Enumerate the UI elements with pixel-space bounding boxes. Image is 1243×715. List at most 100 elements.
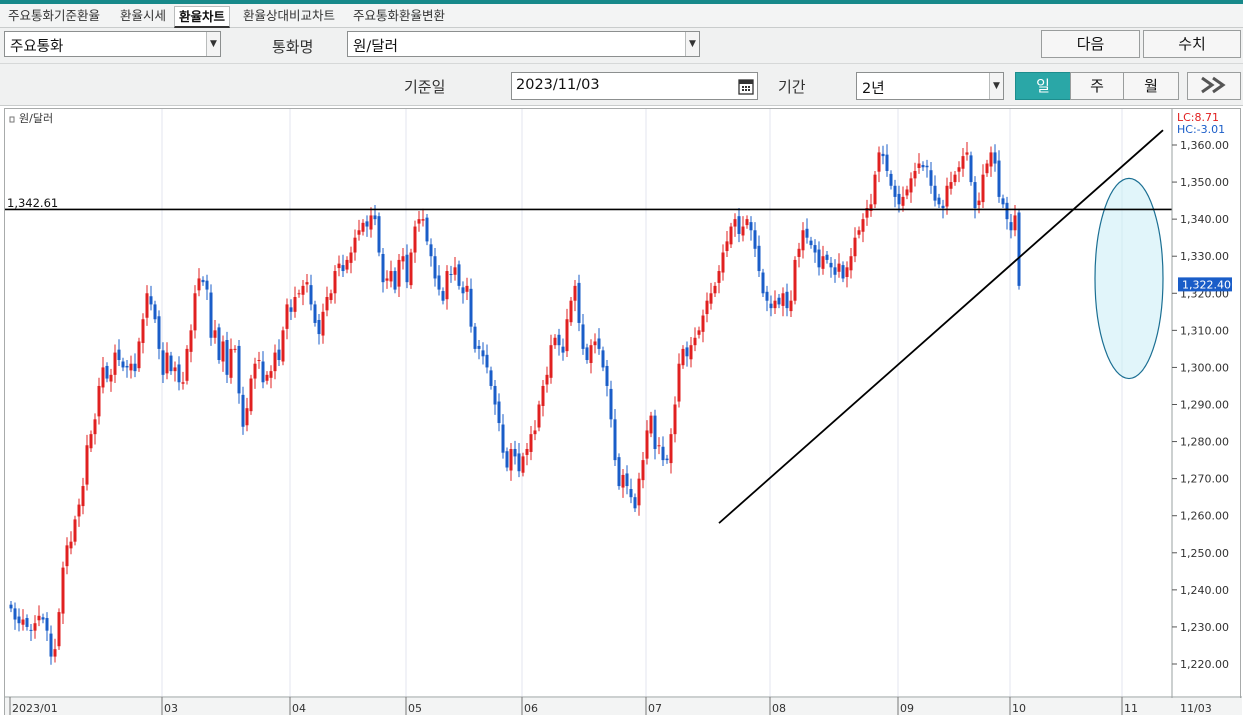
candle-body	[33, 623, 37, 631]
base-date-label: 기준일	[404, 78, 446, 96]
tab-relative-compare-chart[interactable]: 환율상대비교차트	[239, 6, 339, 28]
tab-bar: 주요통화기준환율 환율시세 환율차트 환율상대비교차트 주요통화환율변환	[0, 4, 1243, 28]
candle-body	[425, 217, 429, 242]
candle-body	[969, 155, 973, 183]
candle-body	[873, 174, 877, 205]
candle-body	[853, 237, 857, 257]
candle-body	[745, 219, 749, 226]
calendar-icon[interactable]	[737, 76, 755, 96]
price-tick-label: 1,240.00	[1180, 584, 1229, 597]
candle-body	[685, 347, 689, 357]
candle-body	[217, 327, 221, 361]
candle-body	[901, 196, 905, 206]
candle-body	[913, 170, 917, 179]
candle-body	[801, 230, 805, 251]
candle-body	[21, 619, 25, 625]
candle-body	[209, 292, 213, 338]
candle-body	[97, 385, 101, 417]
tab-exchange-chart[interactable]: 환율차트	[174, 6, 231, 28]
candle-body	[461, 287, 465, 294]
chevron-down-icon[interactable]: ▼	[685, 32, 699, 56]
chevron-down-icon[interactable]: ▼	[989, 73, 1003, 99]
base-date-input[interactable]: 2023/11/03	[511, 72, 758, 100]
candle-body	[109, 374, 113, 382]
candle-body	[557, 334, 561, 346]
candle-body	[509, 448, 513, 471]
candle-body	[845, 267, 849, 277]
candle-body	[629, 489, 633, 498]
candle-body	[761, 272, 765, 294]
double-chevron-right-icon	[1201, 76, 1226, 94]
chevron-down-icon[interactable]: ▼	[206, 32, 220, 56]
candle-body	[317, 319, 321, 335]
candle-body	[961, 156, 965, 169]
values-button[interactable]: 수치	[1143, 30, 1241, 58]
tab-major-currency-base-rate[interactable]: 주요통화기준환율	[4, 6, 104, 28]
candle-body	[953, 174, 957, 183]
candle-body	[213, 330, 217, 338]
month-tick-label: 11	[1124, 702, 1138, 715]
candle-body	[49, 633, 53, 657]
currency-select[interactable]: 원/달러 ▼	[347, 31, 700, 57]
candle-body	[313, 304, 317, 323]
month-tick-label: 06	[524, 702, 538, 715]
candle-body	[349, 252, 353, 263]
candle-body	[85, 445, 89, 485]
candle-body	[385, 278, 389, 281]
candle-body	[257, 360, 261, 362]
chart-annotation-lines	[5, 129, 1172, 524]
candle-body	[165, 352, 169, 374]
candle-body	[637, 478, 641, 506]
candle-body	[817, 249, 821, 268]
candle-body	[669, 434, 673, 464]
candle-body	[945, 185, 949, 207]
candle-body	[1009, 222, 1013, 231]
candle-body	[577, 282, 581, 323]
month-tick-label: 08	[772, 702, 786, 715]
candle-body	[897, 193, 901, 205]
candle-body	[1005, 202, 1009, 220]
candle-body	[389, 271, 393, 282]
candle-body	[981, 174, 985, 203]
price-tick-label: 1,310.00	[1180, 324, 1229, 337]
exchange-rate-chart[interactable]: 1,220.00 1,230.00 1,240.00 1,250.00 1,260.00…	[5, 109, 1242, 715]
candle-body	[1001, 198, 1005, 205]
app-window: 주요통화기준환율 환율시세 환율차트 환율상대비교차트 주요통화환율변환 주요통…	[0, 0, 1243, 715]
unit-month-button[interactable]: 월	[1123, 72, 1179, 100]
candle-body	[417, 219, 421, 224]
tab-exchange-quotes[interactable]: 환율시세	[116, 6, 170, 28]
next-button[interactable]: 다음	[1041, 30, 1140, 58]
currency-group-select[interactable]: 주요통화 ▼	[4, 31, 221, 57]
candle-body	[401, 256, 405, 262]
candle-body	[245, 408, 249, 426]
candle-body	[749, 222, 753, 231]
candle-body	[653, 415, 657, 449]
candle-body	[237, 345, 241, 394]
candle-body	[925, 165, 929, 168]
unit-week-button[interactable]: 주	[1070, 72, 1124, 100]
candle-body	[29, 629, 33, 631]
trend-line	[718, 129, 1164, 524]
candle-body	[657, 445, 661, 447]
candle-body	[1013, 215, 1017, 231]
candle-body	[833, 267, 837, 275]
candle-body	[813, 245, 817, 253]
expand-button[interactable]	[1187, 72, 1241, 100]
price-tick-label: 1,270.00	[1180, 473, 1229, 486]
candle-body	[777, 297, 781, 305]
candle-body	[333, 271, 337, 294]
period-select[interactable]: 2년 ▼	[856, 72, 1004, 100]
price-tick-label: 1,250.00	[1180, 547, 1229, 560]
candle-body	[661, 446, 665, 461]
candle-body	[841, 265, 845, 279]
candle-body	[441, 291, 445, 301]
tab-currency-converter[interactable]: 주요통화환율변환	[349, 6, 449, 28]
candle-body	[381, 253, 385, 283]
unit-day-button[interactable]: 일	[1015, 72, 1071, 100]
end-date-label: 11/03	[1180, 702, 1212, 715]
candle-body	[489, 370, 493, 386]
candle-body	[565, 319, 569, 352]
candle-body	[281, 330, 285, 362]
candle-body	[265, 374, 269, 381]
candle-body	[373, 215, 377, 220]
